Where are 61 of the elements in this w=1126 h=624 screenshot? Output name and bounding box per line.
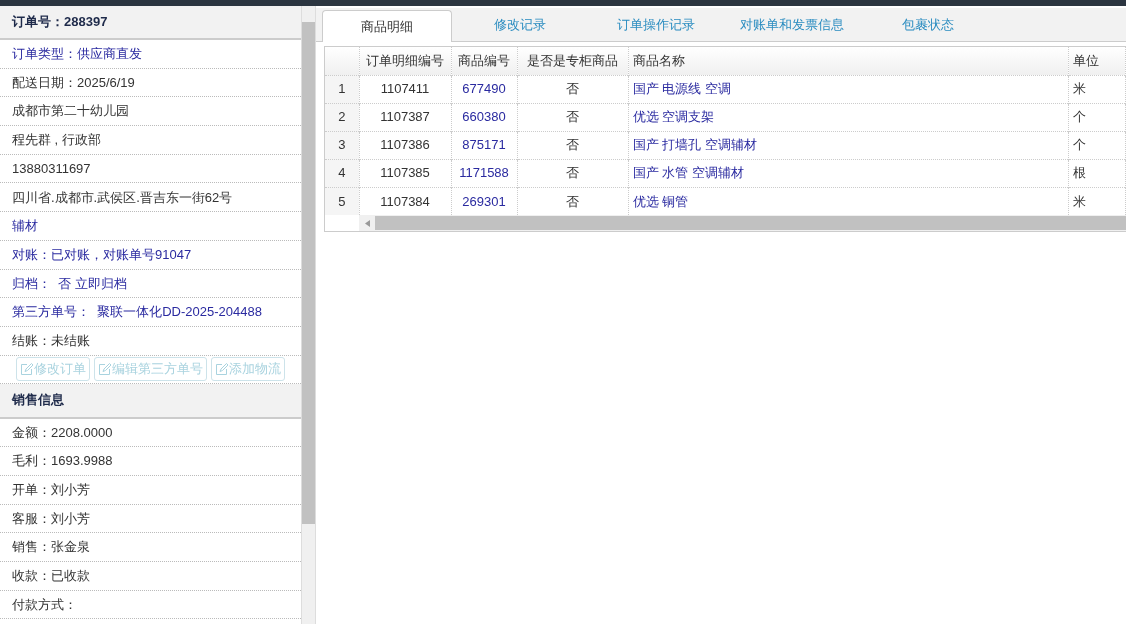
panel-title: 销售信息 (0, 383, 301, 419)
info-link[interactable]: 归档： 否 立即归档 (12, 273, 127, 294)
info-link[interactable]: 第三方单号： 聚联一体化DD-2025-204488 (12, 302, 262, 322)
table-cell: 国产 水管 空调辅材 (628, 159, 1068, 187)
row-number: 2 (325, 103, 359, 131)
table-cell: 1171588 (451, 159, 517, 187)
tab[interactable]: 订单操作记录 (588, 9, 724, 41)
info-text: 客服：刘小芳 (12, 509, 90, 528)
info-text: 13880311697 (12, 159, 91, 178)
column-header[interactable]: 商品名称 (628, 47, 1068, 75)
edit-icon (98, 362, 111, 376)
left-arrow-icon[interactable] (364, 219, 370, 227)
tab[interactable]: 修改记录 (452, 9, 588, 41)
horizontal-scrollbar[interactable] (359, 215, 1126, 231)
table-cell: 875171 (451, 131, 517, 159)
tab[interactable]: 对账单和发票信息 (724, 9, 860, 41)
scrollbar[interactable] (302, 6, 315, 624)
table-cell: 否 (517, 103, 628, 131)
tab[interactable]: 包裹状态 (860, 9, 996, 41)
info-text: 收款：已收款 (12, 567, 90, 586)
table-cell: 否 (517, 159, 628, 187)
table-cell: 根 (1068, 159, 1125, 187)
info-text: 程先群 , 行政部 (12, 131, 101, 150)
row-number: 5 (325, 187, 359, 215)
table-cell: 660380 (451, 103, 517, 131)
info-text: 金额：2208.0000 (12, 423, 113, 442)
table-cell: 优选 空调支架 (628, 103, 1068, 131)
edit-icon (215, 362, 228, 376)
info-text: 毛利：1693.9988 (12, 452, 113, 471)
info-text: 销售：张金泉 (12, 538, 90, 557)
column-header[interactable]: 订单明细编号 (359, 47, 451, 75)
row-number: 3 (325, 131, 359, 159)
info-link[interactable]: 对账：已对账，对账单号91047 (12, 244, 192, 265)
tab[interactable]: 商品明细 (322, 10, 452, 42)
panel-title: 订单号：288397 (0, 6, 301, 40)
row-number: 4 (325, 159, 359, 187)
info-text: 四川省.成都市.武侯区.晋吉东一街62号 (12, 188, 233, 207)
table-cell: 1107411 (359, 75, 451, 103)
edit-icon (20, 362, 33, 376)
table-cell: 677490 (451, 75, 517, 103)
column-header[interactable]: 单位 (1068, 47, 1125, 75)
table-cell: 米 (1068, 75, 1125, 103)
table-cell: 1107385 (359, 159, 451, 187)
table-cell: 否 (517, 75, 628, 103)
info-text: 开单：刘小芳 (12, 481, 90, 500)
info-text: 配送日期：2025/6/19 (12, 73, 135, 92)
column-header[interactable]: 商品编号 (451, 47, 517, 75)
info-link[interactable]: 辅材 (12, 216, 38, 236)
table-cell: 个 (1068, 131, 1125, 159)
table-cell: 1107386 (359, 131, 451, 159)
table-cell: 1107387 (359, 103, 451, 131)
info-text: 成都市第二十幼儿园 (12, 102, 129, 121)
info-text: 付款方式： (12, 595, 77, 614)
table-cell: 国产 电源线 空调 (628, 75, 1068, 103)
column-header[interactable]: 是否是专柜商品 (517, 47, 628, 75)
info-link[interactable]: 订单类型：供应商直发 (12, 44, 142, 64)
table-cell: 个 (1068, 103, 1125, 131)
info-text: 结账：未结账 (12, 331, 90, 350)
table-cell: 国产 打墙孔 空调辅材 (628, 131, 1068, 159)
row-number: 1 (325, 75, 359, 103)
table-cell: 否 (517, 131, 628, 159)
